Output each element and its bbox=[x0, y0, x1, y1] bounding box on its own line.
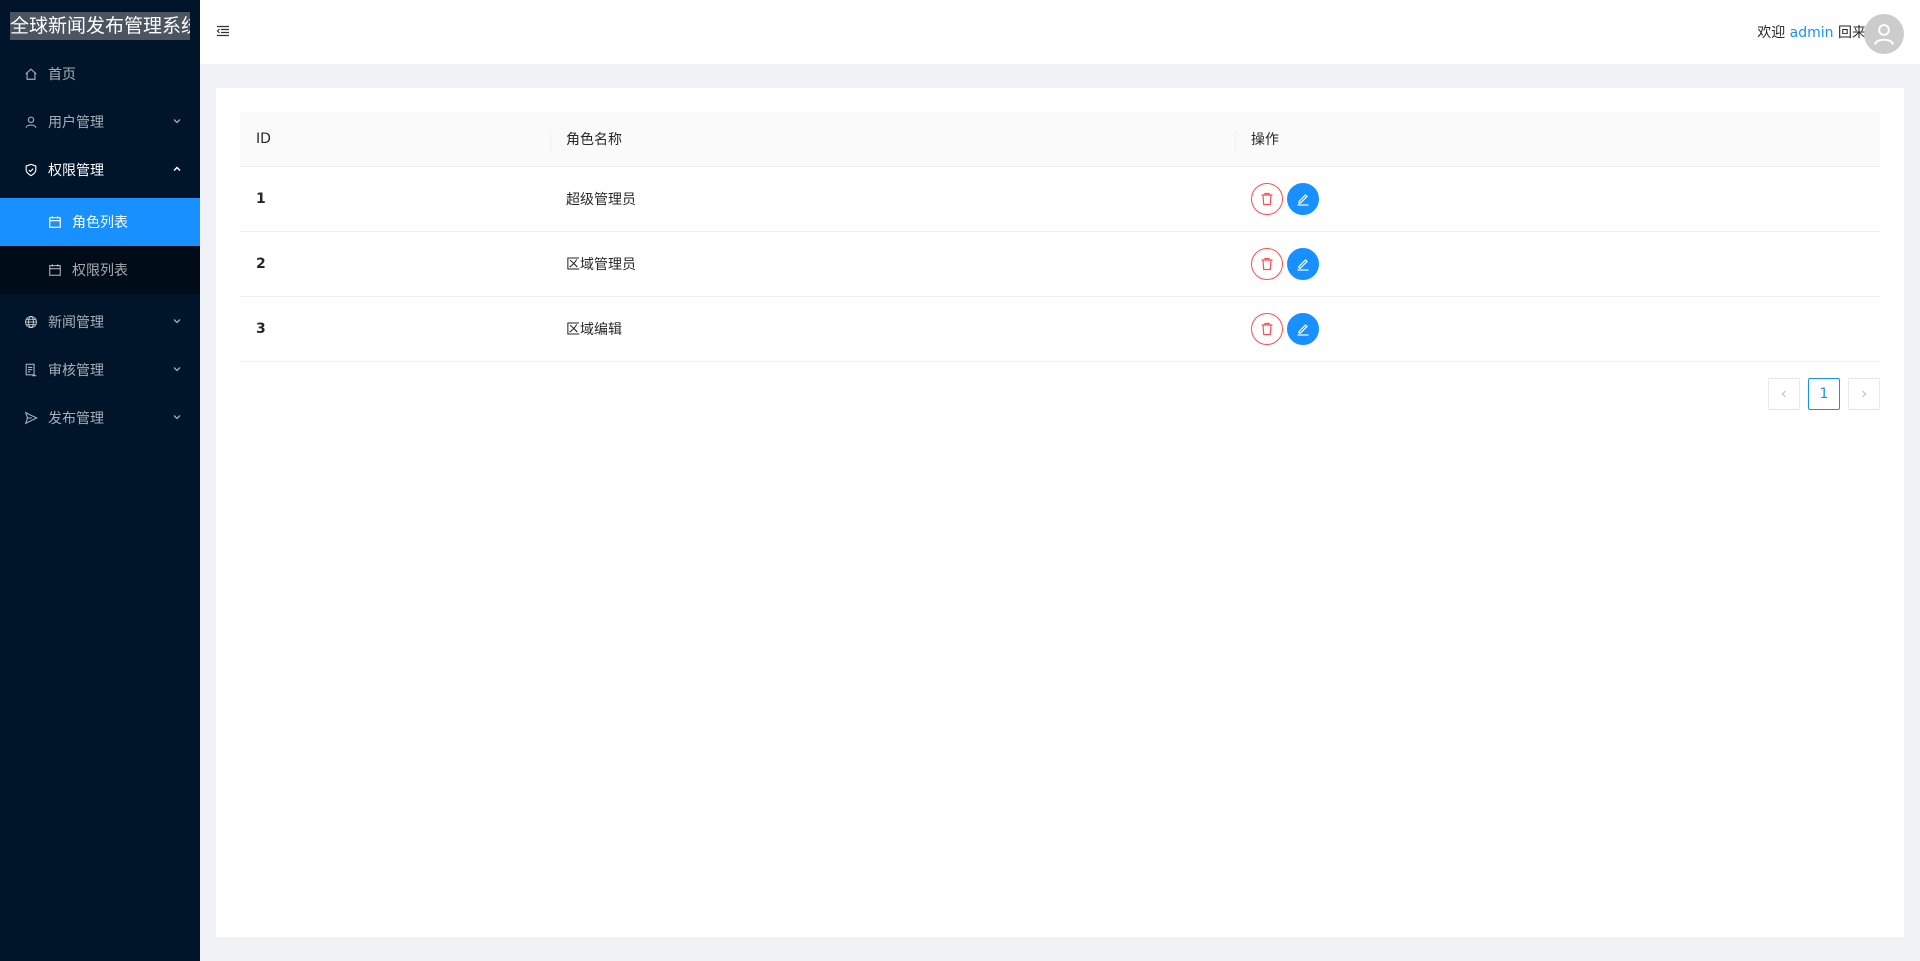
welcome-prefix: 欢迎 bbox=[1757, 25, 1786, 41]
cell-role-name: 区域管理员 bbox=[550, 231, 1235, 297]
column-header-label: 操作 bbox=[1251, 131, 1279, 148]
sidebar-item-label: 用户管理 bbox=[48, 115, 104, 131]
sidebar-item-permissions[interactable]: 权限管理 bbox=[0, 150, 200, 190]
calendar-icon bbox=[48, 215, 62, 229]
sidebar-item-label: 发布管理 bbox=[48, 411, 104, 427]
column-header-id: ID bbox=[240, 112, 550, 167]
table-row: 2 区域管理员 bbox=[240, 231, 1880, 297]
next-page-button[interactable] bbox=[1848, 378, 1880, 410]
pagination: 1 bbox=[1768, 378, 1880, 410]
column-header-actions: 操作 bbox=[1235, 112, 1880, 167]
username: admin bbox=[1789, 25, 1834, 41]
cell-role-name: 区域编辑 bbox=[550, 296, 1235, 362]
cell-role-name: 超级管理员 bbox=[550, 166, 1235, 232]
calendar-icon bbox=[48, 263, 62, 277]
welcome-message: 欢迎 admin 回来 bbox=[1757, 22, 1866, 42]
page-number-button[interactable]: 1 bbox=[1808, 378, 1840, 410]
sidebar-item-publish[interactable]: 发布管理 bbox=[0, 398, 200, 438]
delete-icon bbox=[1261, 257, 1273, 270]
sidebar-item-home[interactable]: 首页 bbox=[0, 54, 200, 94]
welcome-suffix: 回来 bbox=[1838, 25, 1866, 41]
cell-actions bbox=[1235, 166, 1880, 232]
edit-icon bbox=[1297, 193, 1309, 206]
sidebar-item-label: 权限管理 bbox=[48, 163, 104, 179]
role-table: ID 角色名称 操作 1 超级管理员 2 区域管理员 3 区域编辑 bbox=[240, 112, 1880, 362]
sidebar-item-label: 首页 bbox=[48, 67, 76, 83]
chevron-down-icon bbox=[173, 319, 181, 324]
cell-actions bbox=[1235, 296, 1880, 362]
cell-id: 3 bbox=[240, 296, 550, 362]
chevron-left-icon bbox=[1781, 390, 1786, 398]
permissions-submenu: 角色列表 权限列表 bbox=[0, 198, 200, 294]
sidebar: 全球新闻发布管理系统 首页 用户管理 权限管理 角色列表 权限列表 新闻管理 审… bbox=[0, 0, 200, 961]
chevron-down-icon bbox=[173, 119, 181, 124]
sidebar-item-role-list[interactable]: 角色列表 bbox=[0, 198, 200, 246]
delete-button[interactable] bbox=[1251, 312, 1283, 345]
safety-icon bbox=[24, 163, 38, 177]
sidebar-item-users[interactable]: 用户管理 bbox=[0, 102, 200, 142]
delete-button[interactable] bbox=[1251, 182, 1283, 215]
chevron-up-icon bbox=[173, 166, 181, 172]
main-content: ID 角色名称 操作 1 超级管理员 2 区域管理员 3 区域编辑 1 bbox=[216, 88, 1904, 937]
table-row: 3 区域编辑 bbox=[240, 296, 1880, 362]
delete-icon bbox=[1261, 192, 1273, 205]
send-icon bbox=[24, 411, 38, 425]
sidebar-item-label: 新闻管理 bbox=[48, 315, 104, 331]
header: 欢迎 admin 回来 bbox=[200, 0, 1920, 64]
table-header-row: ID 角色名称 操作 bbox=[240, 112, 1880, 167]
edit-button[interactable] bbox=[1287, 247, 1320, 280]
chevron-down-icon bbox=[173, 415, 181, 420]
chevron-right-icon bbox=[1862, 390, 1867, 398]
edit-icon bbox=[1297, 323, 1309, 336]
sidebar-menu: 首页 用户管理 权限管理 角色列表 权限列表 新闻管理 审核管理 发布管理 bbox=[0, 54, 200, 438]
home-icon bbox=[24, 67, 38, 81]
user-avatar-icon bbox=[1874, 24, 1894, 45]
column-header-role-name: 角色名称 bbox=[550, 112, 1235, 167]
app-title: 全球新闻发布管理系统 bbox=[10, 12, 190, 40]
sidebar-item-label: 审核管理 bbox=[48, 363, 104, 379]
delete-button[interactable] bbox=[1251, 247, 1283, 280]
cell-id: 1 bbox=[240, 166, 550, 232]
sidebar-item-audit[interactable]: 审核管理 bbox=[0, 350, 200, 390]
chevron-down-icon bbox=[173, 367, 181, 372]
prev-page-button[interactable] bbox=[1768, 378, 1800, 410]
audit-icon bbox=[24, 363, 38, 377]
cell-id: 2 bbox=[240, 231, 550, 297]
column-header-label: 角色名称 bbox=[566, 131, 622, 148]
table-row: 1 超级管理员 bbox=[240, 166, 1880, 232]
cell-actions bbox=[1235, 231, 1880, 297]
edit-button[interactable] bbox=[1287, 312, 1320, 345]
edit-button[interactable] bbox=[1287, 182, 1320, 215]
sidebar-item-label: 权限列表 bbox=[72, 263, 128, 279]
edit-icon bbox=[1297, 258, 1309, 271]
menu-fold-icon[interactable] bbox=[216, 24, 230, 38]
sidebar-item-permission-list[interactable]: 权限列表 bbox=[0, 246, 200, 294]
avatar[interactable] bbox=[1864, 14, 1904, 54]
sidebar-item-label: 角色列表 bbox=[72, 215, 128, 231]
globe-icon bbox=[24, 315, 38, 329]
sidebar-item-news[interactable]: 新闻管理 bbox=[0, 302, 200, 342]
user-icon bbox=[24, 115, 38, 129]
delete-icon bbox=[1261, 322, 1273, 335]
